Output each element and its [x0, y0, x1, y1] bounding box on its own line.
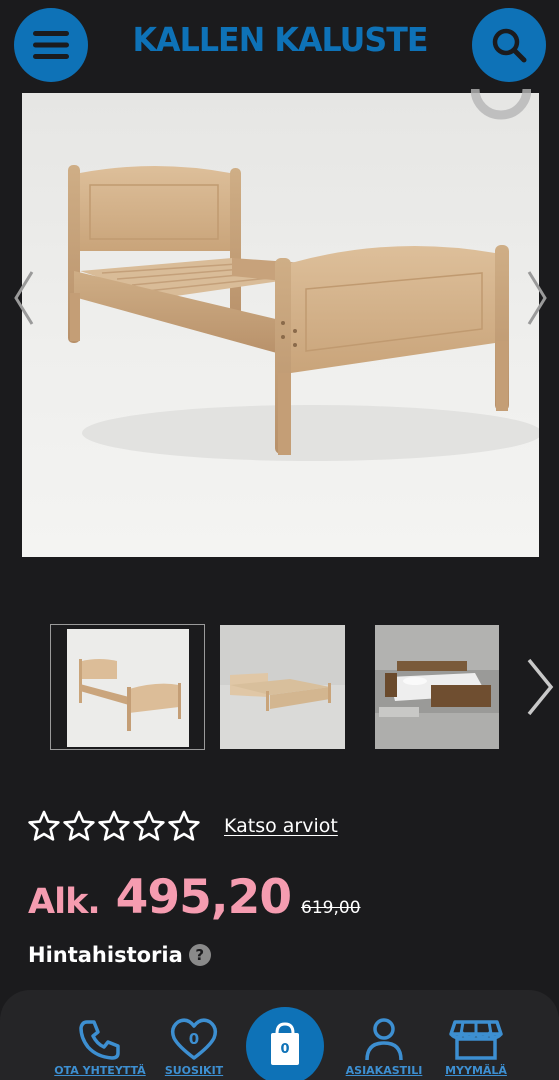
menu-button[interactable]: [14, 8, 88, 82]
star-outline-icon: [28, 810, 60, 841]
favorites-count: 0: [188, 1030, 200, 1048]
nav-contact-label: OTA YHTEYTTÄ: [54, 1064, 146, 1077]
cart-button[interactable]: 0: [246, 1007, 324, 1080]
gallery-prev-button[interactable]: [4, 263, 44, 333]
chevron-right-icon: [527, 658, 554, 716]
hamburger-menu-icon: [33, 31, 69, 59]
loading-spinner-icon: [471, 89, 531, 120]
main-product-image[interactable]: [22, 93, 539, 557]
chevron-left-icon: [14, 271, 34, 325]
cart-count: 0: [280, 1042, 290, 1057]
user-icon: [365, 1018, 403, 1061]
thumbnails-next-button[interactable]: [521, 652, 557, 722]
price-prefix: Alk.: [28, 882, 101, 922]
help-icon[interactable]: ?: [188, 944, 211, 966]
thumbnail-strip: [0, 620, 559, 755]
thumbnail-1[interactable]: [50, 624, 205, 750]
nav-favorites[interactable]: 0 SUOSIKIT: [158, 1016, 230, 1077]
nav-store[interactable]: MYYMÄLÄ: [436, 1016, 516, 1077]
star-outline-icon: [168, 810, 200, 841]
star-outline-icon: [133, 810, 165, 841]
see-reviews-link[interactable]: Katso arviot: [224, 815, 338, 837]
gallery-next-button[interactable]: [517, 263, 557, 333]
product-gallery: [0, 89, 559, 565]
thumbnail-3[interactable]: [375, 625, 499, 749]
store-icon: [449, 1020, 503, 1060]
search-icon: [492, 28, 527, 63]
phone-icon: [79, 1020, 120, 1060]
price-history[interactable]: Hintahistoria ?: [28, 943, 211, 967]
search-button[interactable]: [472, 8, 546, 82]
nav-store-label: MYYMÄLÄ: [445, 1064, 507, 1077]
star-outline-icon: [63, 810, 95, 841]
price-history-label[interactable]: Hintahistoria: [28, 943, 183, 967]
price-row: Alk. 495,20 619,00: [28, 870, 361, 930]
nav-favorites-label: SUOSIKIT: [164, 1064, 224, 1077]
thumbnail-2[interactable]: [220, 625, 345, 749]
chevron-right-icon: [527, 271, 547, 325]
nav-account-label: ASIAKASTILI: [345, 1064, 423, 1077]
star-rating: [28, 810, 200, 842]
nav-account[interactable]: ASIAKASTILI: [340, 1016, 428, 1077]
brand-logo[interactable]: KALLEN KALUSTE: [117, 20, 443, 59]
nav-contact[interactable]: OTA YHTEYTTÄ: [52, 1016, 148, 1077]
star-outline-icon: [98, 810, 130, 841]
original-price: 619,00: [301, 898, 361, 918]
current-price: 495,20: [115, 870, 292, 925]
rating-row: Katso arviot: [28, 806, 338, 846]
header: KALLEN KALUSTE: [0, 0, 559, 93]
